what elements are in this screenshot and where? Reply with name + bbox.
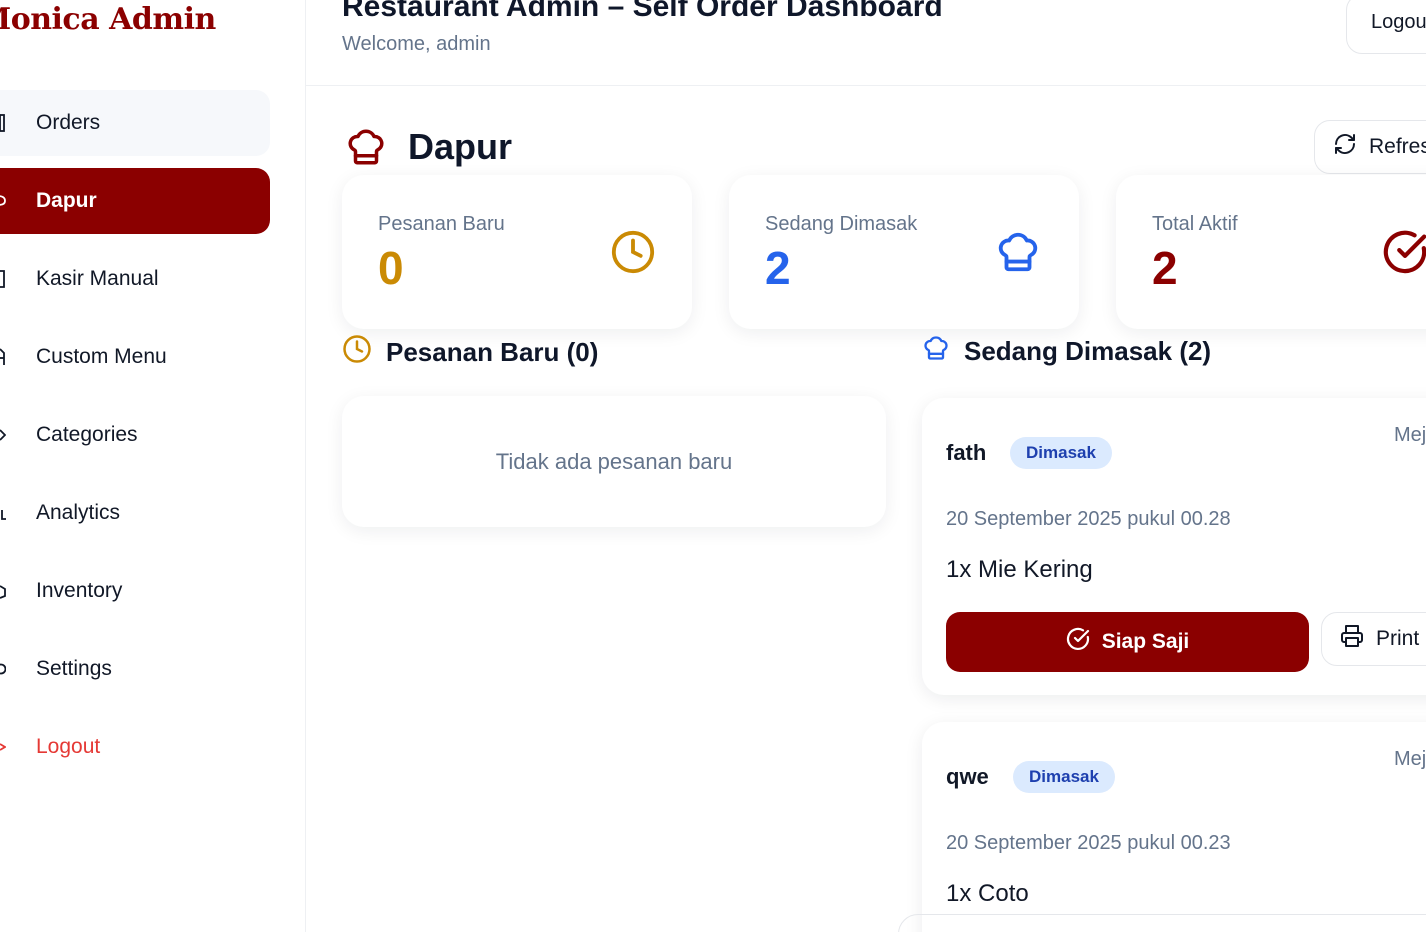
sidebar-item-label: Logout (36, 735, 101, 758)
sidebar-item-label: Categories (36, 423, 138, 446)
refresh-button[interactable]: Refresh (1314, 120, 1426, 174)
tag-icon (0, 426, 6, 444)
ready-button-label: Siap Saji (1101, 630, 1190, 653)
sidebar-item-orders[interactable]: Orders (0, 90, 270, 156)
order-item: 1x Coto (946, 880, 1029, 907)
brand-logo: Monica Admin (0, 2, 216, 37)
print-button-label: Print (1376, 627, 1420, 650)
order-item: 1x Mie Kering (946, 556, 1093, 583)
empty-state-text: Tidak ada pesanan baru (495, 448, 733, 474)
logout-icon (0, 738, 6, 756)
welcome-text: Welcome, admin (342, 33, 491, 55)
order-customer-name: fath (946, 440, 987, 465)
refresh-label: Refresh (1369, 135, 1426, 158)
sidebar-item-kasir-manual[interactable]: Kasir Manual (0, 246, 270, 312)
sidebar-item-categories[interactable]: Categories (0, 402, 270, 468)
sidebar: Monica Admin Orders Dapur Kasir Manual C… (0, 0, 306, 932)
orders-icon (0, 114, 6, 132)
section-title: Pesanan Baru (0) (386, 337, 599, 367)
sidebar-item-settings[interactable]: Settings (0, 636, 270, 702)
next-card-edge (898, 914, 1426, 932)
section-heading-pesanan-baru: Pesanan Baru (0) (342, 334, 598, 371)
sidebar-item-label: Custom Menu (36, 345, 167, 368)
chef-hat-icon (995, 229, 1041, 280)
section-heading-sedang-dimasak: Sedang Dimasak (2) (922, 334, 1211, 369)
stat-card-pesanan-baru: Pesanan Baru 0 (342, 175, 692, 329)
status-badge: Dimasak (1010, 437, 1112, 469)
order-table-label: Meja (1394, 748, 1426, 770)
stat-card-sedang-dimasak: Sedang Dimasak 2 (729, 175, 1079, 329)
stat-label: Total Aktif (1152, 213, 1238, 235)
order-customer-name: qwe (946, 764, 989, 789)
printer-icon (1340, 624, 1364, 654)
order-table-label: Meja (1394, 424, 1426, 446)
stat-value: 2 (1152, 242, 1178, 294)
header-logout-button[interactable]: Logout (1346, 0, 1426, 54)
top-header: Restaurant Admin – Self Order Dashboard … (306, 0, 1426, 86)
status-badge: Dimasak (1013, 761, 1115, 793)
stat-card-total-aktif: Total Aktif 2 (1116, 175, 1426, 329)
chef-hat-icon (0, 192, 6, 210)
empty-state-card: Tidak ada pesanan baru (342, 396, 886, 527)
clock-icon (342, 334, 372, 371)
order-timestamp: 20 September 2025 pukul 00.28 (946, 508, 1231, 530)
menu-icon (0, 348, 6, 366)
sidebar-item-label: Orders (36, 111, 101, 134)
gear-icon (0, 660, 6, 678)
ready-to-serve-button[interactable]: Siap Saji (946, 612, 1309, 672)
check-circle-icon (1382, 229, 1426, 280)
stat-value: 2 (765, 242, 791, 294)
page-header-title: Restaurant Admin – Self Order Dashboard (342, 0, 943, 23)
sidebar-item-custom-menu[interactable]: Custom Menu (0, 324, 270, 390)
sidebar-item-label: Settings (36, 657, 112, 680)
sidebar-item-dapur[interactable]: Dapur (0, 168, 270, 234)
stat-label: Sedang Dimasak (765, 213, 918, 235)
page-title: Dapur (408, 126, 513, 167)
print-button[interactable]: Print (1321, 612, 1426, 666)
box-icon (0, 582, 6, 600)
order-timestamp: 20 September 2025 pukul 00.23 (946, 832, 1231, 854)
section-title: Sedang Dimasak (2) (964, 336, 1212, 366)
stat-value: 0 (378, 242, 404, 294)
order-card: fath Dimasak Meja 20 September 2025 puku… (922, 398, 1426, 695)
sidebar-item-logout[interactable]: Logout (0, 714, 270, 780)
chart-icon (0, 504, 6, 522)
sidebar-item-label: Analytics (36, 501, 121, 524)
sidebar-item-label: Kasir Manual (36, 267, 159, 290)
stat-label: Pesanan Baru (378, 213, 505, 235)
sidebar-item-label: Dapur (36, 189, 97, 212)
refresh-icon (1333, 132, 1357, 162)
clock-icon (610, 229, 656, 280)
cashier-icon (0, 270, 6, 288)
sidebar-item-label: Inventory (36, 579, 123, 602)
check-circle-icon (1066, 627, 1090, 657)
chef-hat-icon (344, 126, 388, 173)
sidebar-item-analytics[interactable]: Analytics (0, 480, 270, 546)
order-card: qwe Dimasak Meja 20 September 2025 pukul… (922, 722, 1426, 932)
sidebar-item-inventory[interactable]: Inventory (0, 558, 270, 624)
chef-hat-icon (922, 334, 950, 369)
